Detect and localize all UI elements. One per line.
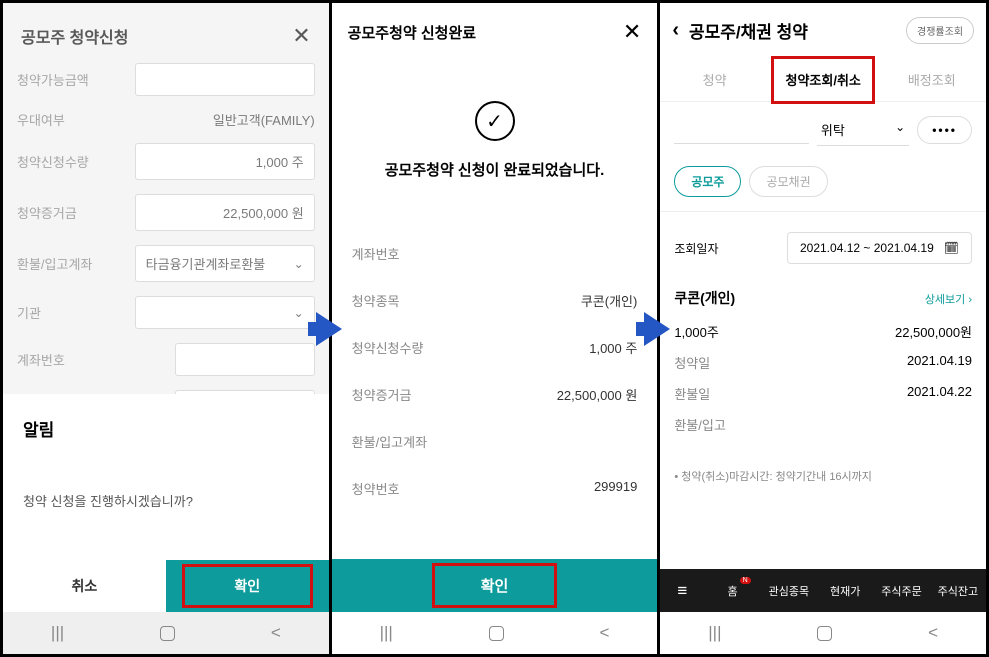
home-icon[interactable] (817, 626, 832, 641)
back-icon[interactable]: < (271, 623, 281, 643)
chevron-down-icon: ⌄ (895, 120, 905, 139)
amount-value: 22,500,000원 (895, 322, 972, 341)
label: 청약증거금 (352, 385, 412, 404)
screen-subscription-lookup: ‹ 공모주/채권 청약 경쟁률조회 청약 청약조회/취소 배정조회 위탁 ⌄ •… (660, 3, 986, 654)
chip-stock[interactable]: 공모주 (674, 166, 741, 197)
checkmark-icon: ✓ (475, 101, 515, 141)
home-icon[interactable] (160, 626, 175, 641)
tab-subscribe[interactable]: 청약 (660, 58, 769, 101)
page-title: 공모주/채권 청약 (689, 18, 896, 43)
screen-subscription-apply: 공모주 청약신청 ✕ 청약가능금액 우대여부 일반고객(FAMILY) 청약신청… (3, 3, 329, 654)
account-select[interactable] (674, 116, 809, 144)
nav-order[interactable]: 주식주문 (873, 583, 929, 599)
customer-value: 일반고객(FAMILY) (213, 110, 315, 129)
modal-title: 알림 (23, 416, 309, 441)
modal-sheet: 알림 청약 신청을 진행하시겠습니까? (3, 394, 329, 560)
system-nav: ||| < (332, 612, 658, 654)
recents-icon[interactable]: ||| (380, 623, 393, 643)
result-card: 쿠콘(개인) 상세보기 › 1,000주 22,500,000원 청약일 2021.… (660, 282, 986, 446)
screen-subscription-complete: 공모주청약 신청완료 ✕ ✓ 공모주청약 신청이 완료되었습니다. 계좌번호 청… (332, 3, 658, 654)
date-range-picker[interactable]: 2021.04.12 ~ 2021.04.19 🗓 (787, 232, 972, 264)
chevron-down-icon: ⌄ (294, 306, 304, 320)
detail-link[interactable]: 상세보기 › (925, 291, 972, 307)
refund-select-value: 타금융기관계좌로환불 (146, 254, 266, 273)
label-qty: 청약신청수량 (17, 152, 89, 171)
label: 청약일 (674, 353, 710, 372)
value: 2021.04.22 (907, 384, 972, 403)
arrow-icon (316, 312, 342, 346)
recents-icon[interactable]: ||| (708, 623, 721, 643)
tab-lookup-cancel[interactable]: 청약조회/취소 (769, 58, 878, 101)
system-nav: ||| < (3, 612, 329, 654)
competition-rate-button[interactable]: 경쟁률조회 (906, 17, 974, 44)
value: 22,500,000 원 (557, 385, 638, 404)
label-deposit: 청약증거금 (17, 203, 77, 222)
close-icon[interactable]: ✕ (623, 19, 641, 45)
more-button[interactable]: •••• (917, 116, 972, 144)
label: 환불/입고계좌 (352, 432, 427, 451)
confirm-button[interactable]: 확인 (166, 560, 329, 612)
label-acct: 계좌번호 (17, 350, 65, 369)
complete-message: 공모주청약 신청이 완료되었습니다. (352, 159, 638, 180)
recents-icon[interactable]: ||| (51, 623, 64, 643)
chevron-down-icon: ⌄ (294, 257, 304, 271)
nav-balance[interactable]: 주식잔고 (930, 583, 986, 599)
name-input[interactable] (175, 390, 315, 394)
back-icon[interactable]: ‹ (672, 19, 679, 42)
confirm-button[interactable]: 확인 (332, 559, 658, 612)
footnote: • 청약(취소)마감시간: 청약기간내 16시까지 (660, 446, 986, 506)
divider (660, 211, 986, 212)
close-icon[interactable]: ✕ (292, 23, 310, 49)
back-icon[interactable]: < (599, 623, 609, 643)
nav-price[interactable]: 현재가 (817, 583, 873, 599)
calendar-icon: 🗓 (944, 241, 959, 255)
label: 환불일 (674, 384, 710, 403)
stock-name: 쿠콘(개인) (674, 288, 735, 308)
label-refund: 환불/입고계좌 (17, 254, 92, 273)
menu-icon[interactable]: ≡ (660, 581, 704, 601)
acct-input[interactable] (175, 343, 315, 376)
value: 2021.04.19 (907, 353, 972, 372)
bottom-nav: ≡ 홈N 관심종목 현재가 주식주문 주식잔고 (660, 569, 986, 612)
label: 환불/입고 (674, 415, 725, 434)
value: 1,000 주 (589, 338, 637, 357)
label: 청약번호 (352, 479, 400, 498)
label: 계좌번호 (352, 244, 400, 263)
home-icon[interactable] (489, 626, 504, 641)
value: 299919 (594, 479, 637, 498)
page-title: 공모주 청약신청 (21, 24, 129, 48)
label: 청약신청수량 (352, 338, 424, 357)
back-icon[interactable]: < (928, 623, 938, 643)
chip-bond[interactable]: 공모채권 (749, 166, 827, 197)
label: 청약종목 (352, 291, 400, 310)
page-title: 공모주청약 신청완료 (348, 22, 476, 43)
nav-home[interactable]: 홈N (704, 583, 760, 599)
qty-input[interactable]: 1,000 주 (135, 143, 315, 180)
cancel-button[interactable]: 취소 (3, 560, 166, 612)
refund-select[interactable]: 타금융기관계좌로환불 ⌄ (135, 245, 315, 282)
label-customer: 우대여부 (17, 110, 65, 129)
nav-favorites[interactable]: 관심종목 (761, 583, 817, 599)
account-type-select[interactable]: 위탁 ⌄ (817, 114, 909, 146)
arrow-icon (644, 312, 670, 346)
amount-value (135, 63, 315, 96)
modal-message: 청약 신청을 진행하시겠습니까? (23, 491, 309, 510)
system-nav: ||| < (660, 612, 986, 654)
deposit-value: 22,500,000 원 (135, 194, 315, 231)
tab-allocation[interactable]: 배정조회 (877, 58, 986, 101)
label-org: 기관 (17, 303, 41, 322)
org-select[interactable]: ⌄ (135, 296, 315, 329)
value: 쿠콘(개인) (581, 291, 638, 310)
label-amount: 청약가능금액 (17, 70, 89, 89)
qty-value: 1,000주 (674, 322, 719, 341)
date-label: 조회일자 (674, 240, 718, 257)
